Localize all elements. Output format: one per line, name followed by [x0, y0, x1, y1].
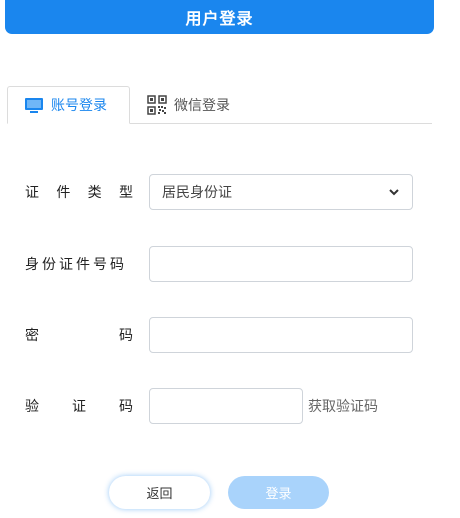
get-code-link[interactable]: 获取验证码	[308, 388, 378, 424]
captcha-label: 验 证 码	[25, 388, 133, 424]
tab-account-login-label: 账号登录	[51, 98, 107, 114]
label-char: 验	[25, 399, 39, 415]
id-type-selected-value: 居民身份证	[162, 185, 232, 201]
label-char: 密	[25, 328, 39, 344]
login-button[interactable]: 登录	[228, 476, 329, 509]
login-tabs: 账号登录 微信登录	[7, 86, 432, 124]
tab-wechat-login-label: 微信登录	[174, 97, 230, 114]
id-number-label: 身份证件号码	[25, 257, 127, 273]
id-number-input[interactable]	[149, 246, 413, 282]
label-char: 件	[56, 185, 71, 201]
tab-account-login[interactable]: 账号登录	[7, 86, 130, 124]
password-input[interactable]	[149, 317, 413, 353]
monitor-icon	[24, 97, 44, 114]
id-type-select[interactable]: 居民身份证	[149, 174, 413, 210]
captcha-row: 验 证 码 获取验证码	[0, 388, 460, 424]
label-char: 证	[72, 399, 86, 415]
label-char: 码	[119, 399, 133, 415]
header-bar: 用户登录	[5, 0, 434, 34]
label-char: 型	[118, 185, 133, 201]
captcha-input[interactable]	[149, 388, 303, 424]
password-row: 密 码	[0, 317, 460, 353]
back-button[interactable]: 返回	[109, 476, 210, 509]
id-type-row: 证 件 类 型 居民身份证	[0, 174, 460, 210]
label-char: 证	[25, 185, 39, 201]
label-char: 码	[119, 328, 133, 344]
page-title: 用户登录	[185, 9, 254, 28]
qr-code-icon	[147, 94, 167, 115]
password-label: 密 码	[25, 317, 133, 353]
id-number-row: 身份证件号码	[0, 246, 460, 282]
label-char: 类	[87, 185, 102, 201]
id-type-label: 证 件 类 型	[25, 174, 133, 210]
chevron-down-icon	[388, 186, 400, 198]
tab-wechat-login[interactable]: 微信登录	[147, 86, 257, 123]
